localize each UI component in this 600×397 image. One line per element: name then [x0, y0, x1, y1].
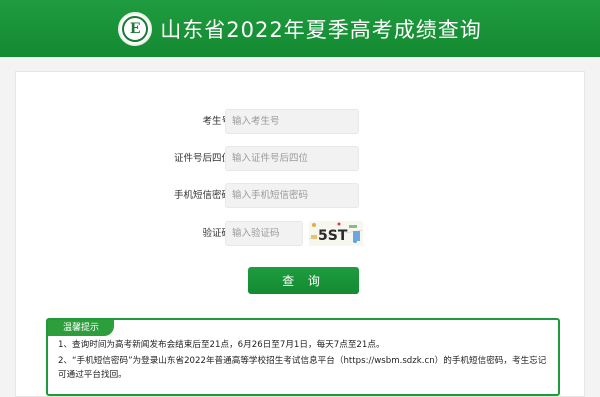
captcha-text: 5ST: [318, 228, 348, 244]
candidate-number-row: 考生号: [16, 109, 586, 134]
notice-box: 温馨提示 1、查询时间为高考新闻发布会结束后至21点，6月26日至7月1日，每天…: [46, 318, 560, 396]
query-form-card: 考生号 证件号后四位 手机短信密码 验证码 5ST 查 询 温馨提示 1、查询时…: [15, 71, 585, 397]
page-title: 山东省2022年夏季高考成绩查询: [160, 17, 482, 42]
id-last-four-label: 证件号后四位: [173, 153, 231, 164]
page-header: E 山东省2022年夏季高考成绩查询: [0, 0, 600, 57]
notice-item-1: 1、查询时间为高考新闻发布会结束后至21点，6月26日至7月1日，每天7点至21…: [58, 340, 385, 350]
sms-password-row: 手机短信密码: [16, 183, 586, 208]
captcha-row: 验证码 5ST: [16, 221, 586, 246]
captcha-image[interactable]: 5ST: [309, 221, 363, 246]
id-last-four-row: 证件号后四位: [16, 146, 586, 171]
query-button[interactable]: 查 询: [248, 267, 359, 294]
candidate-number-input[interactable]: [225, 109, 359, 134]
id-last-four-input[interactable]: [225, 146, 359, 171]
logo-letter: E: [122, 15, 149, 42]
sms-password-input[interactable]: [225, 183, 359, 208]
exam-logo-icon: E: [118, 11, 153, 46]
notice-item-2: 2、“手机短信密码”为登录山东省2022年普通高等学校招生考试信息平台（http…: [58, 356, 547, 380]
sms-password-label: 手机短信密码: [173, 190, 231, 201]
notice-title: 温馨提示: [48, 320, 114, 336]
captcha-input[interactable]: [225, 221, 303, 246]
